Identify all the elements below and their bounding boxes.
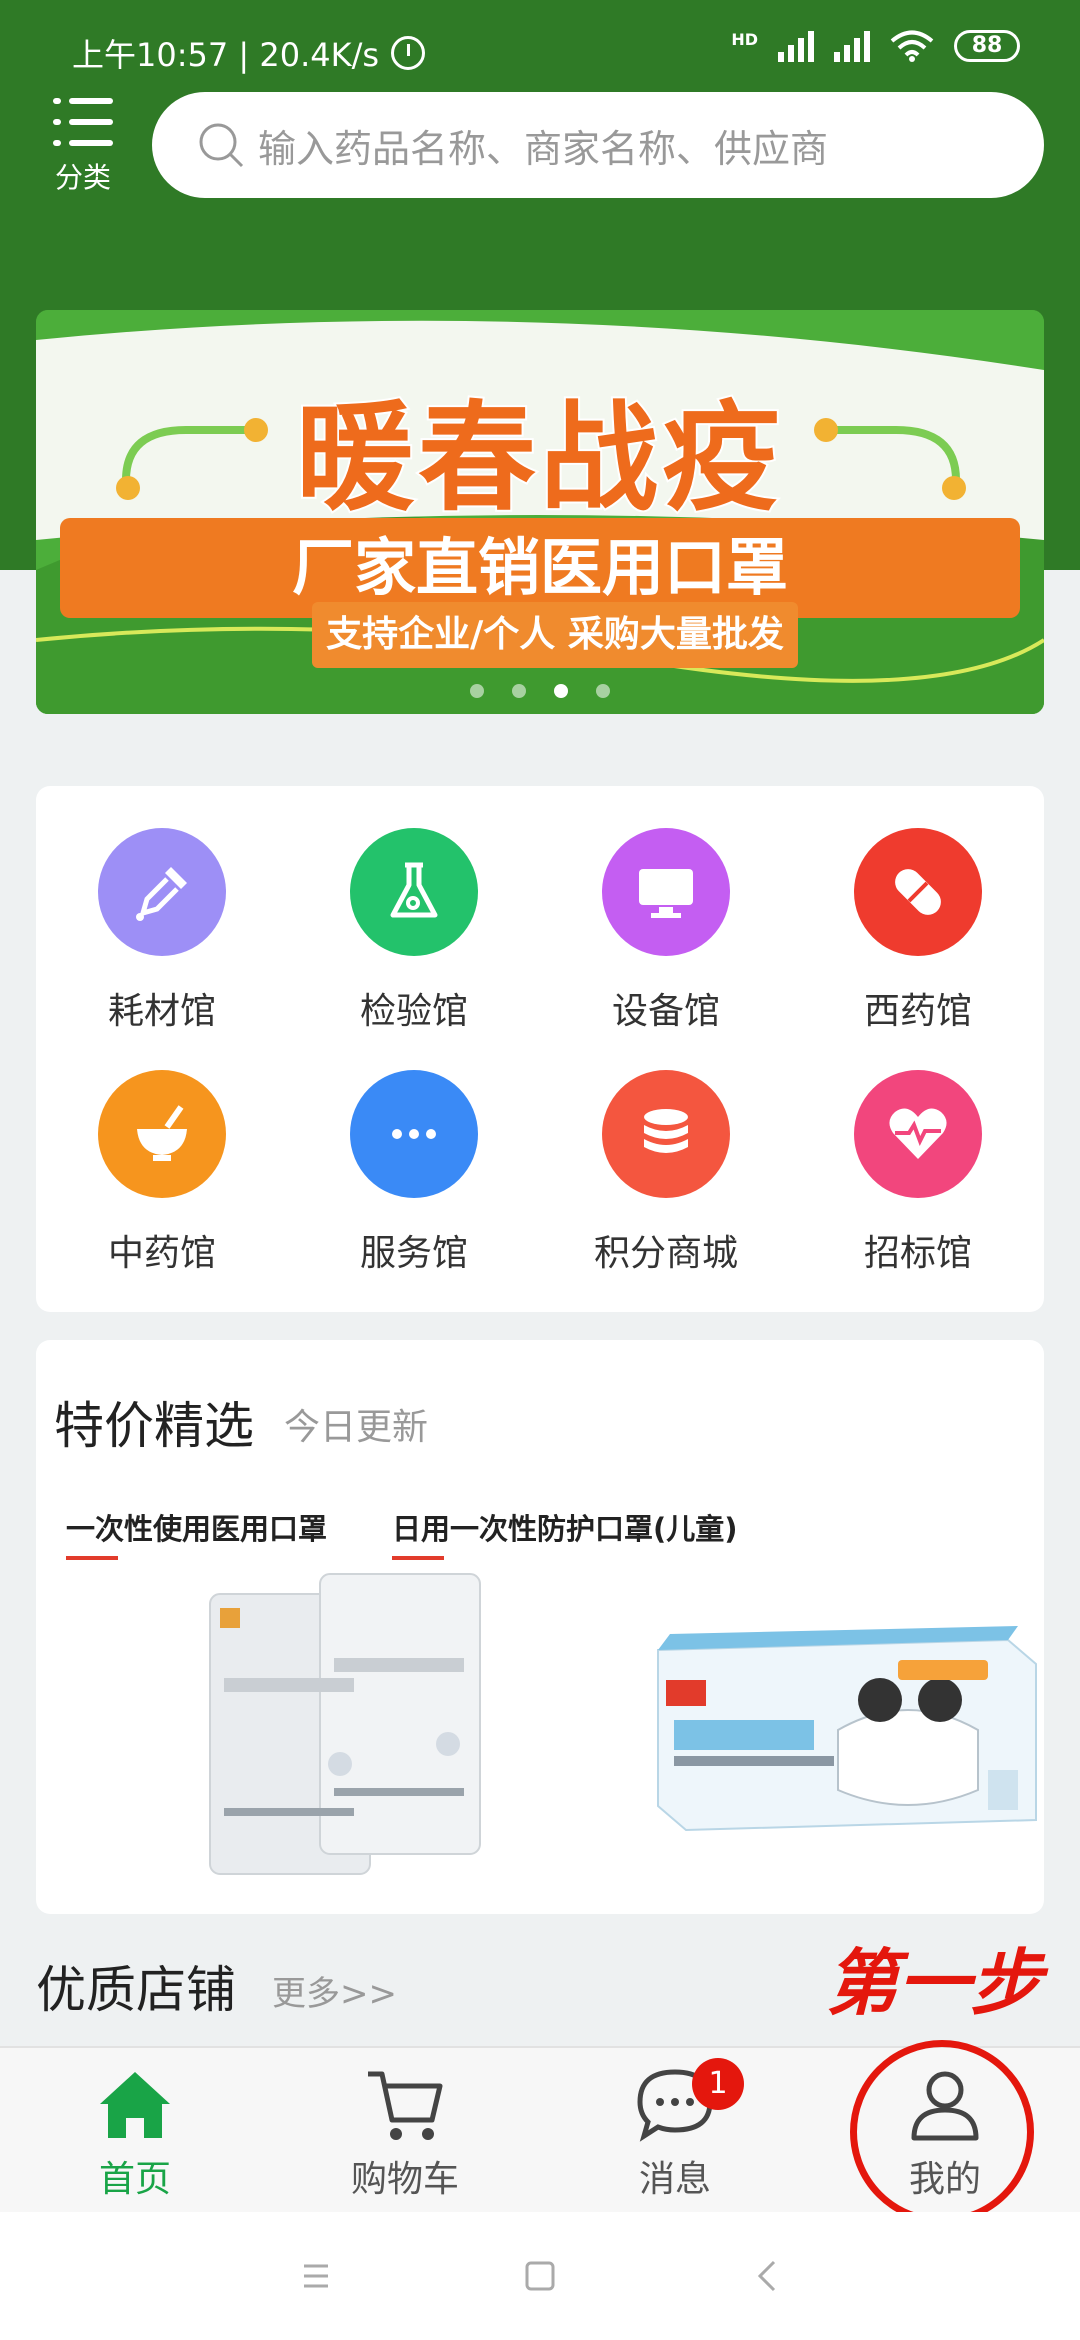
category-laboratory[interactable]: 检验馆 bbox=[288, 786, 540, 1032]
category-label: 西药馆 bbox=[863, 991, 972, 1032]
product-underline bbox=[66, 1556, 118, 1560]
home-icon bbox=[100, 2072, 170, 2138]
status-time-speed: 上午10:57 | 20.4K/s bbox=[72, 36, 380, 74]
category-label: 中药馆 bbox=[107, 1233, 216, 1274]
menu-list-icon bbox=[53, 92, 113, 152]
product-name[interactable]: 日用一次性防护口罩(儿童) bbox=[392, 1506, 738, 1548]
special-subtitle: 今日更新 bbox=[284, 1407, 429, 1448]
cart-icon bbox=[368, 2071, 443, 2140]
banner-dot bbox=[470, 684, 484, 698]
category-label: 分类 bbox=[54, 161, 111, 194]
signal-icon-2 bbox=[834, 30, 870, 62]
product-underline bbox=[392, 1556, 444, 1560]
search-input[interactable]: 输入药品名称、商家名称、供应商 bbox=[152, 92, 1044, 198]
category-button[interactable]: 分类 bbox=[40, 92, 126, 202]
category-label: 设备馆 bbox=[611, 991, 720, 1032]
category-equipment[interactable]: 设备馆 bbox=[540, 786, 792, 1032]
banner-pagination bbox=[36, 684, 1044, 698]
category-services[interactable]: 服务馆 bbox=[288, 1028, 540, 1274]
nav-label: 购物车 bbox=[350, 2159, 459, 2200]
signal-icon bbox=[778, 30, 814, 62]
home-button-icon[interactable] bbox=[516, 2252, 564, 2300]
coins-icon bbox=[602, 1070, 730, 1198]
wifi-icon bbox=[890, 30, 934, 62]
category-tendering[interactable]: 招标馆 bbox=[792, 1028, 1044, 1274]
banner-dot bbox=[512, 684, 526, 698]
search-placeholder: 输入药品名称、商家名称、供应商 bbox=[258, 126, 829, 171]
more-dots-icon bbox=[350, 1070, 478, 1198]
alarm-icon bbox=[391, 36, 426, 70]
network-tag: HD bbox=[731, 30, 758, 49]
product-image-mask-box[interactable] bbox=[648, 1620, 1038, 1840]
dropper-icon bbox=[98, 828, 226, 956]
heart-pulse-icon bbox=[854, 1070, 982, 1198]
product-name[interactable]: 一次性使用医用口罩 bbox=[66, 1506, 327, 1548]
nav-home[interactable]: 首页 bbox=[0, 2048, 270, 2214]
search-icon bbox=[199, 123, 244, 168]
promo-banner[interactable]: 暖春战疫 厂家直销医用口罩 支持企业/个人 采购大量批发 bbox=[36, 310, 1044, 714]
banner-sub-text: 支持企业/个人 采购大量批发 bbox=[312, 602, 798, 668]
stores-title: 优质店铺 bbox=[36, 1961, 236, 2019]
category-label: 耗材馆 bbox=[107, 991, 216, 1032]
category-consumables[interactable]: 耗材馆 bbox=[36, 786, 288, 1032]
nav-label: 消息 bbox=[638, 2159, 711, 2200]
banner-dot bbox=[596, 684, 610, 698]
nav-messages[interactable]: 1 消息 bbox=[540, 2048, 810, 2214]
special-offers-section: 特价精选 今日更新 一次性使用医用口罩 日用一次性防护口罩(儿童) bbox=[36, 1340, 1044, 1914]
stores-more-link[interactable]: 更多>> bbox=[272, 1966, 397, 2015]
category-points-mall[interactable]: 积分商城 bbox=[540, 1028, 792, 1274]
flask-icon bbox=[350, 828, 478, 956]
category-label: 服务馆 bbox=[359, 1233, 468, 1274]
back-icon[interactable] bbox=[744, 2252, 792, 2300]
battery-icon: 88 bbox=[954, 30, 1020, 62]
system-navigation-bar bbox=[0, 2212, 1080, 2340]
recent-apps-icon[interactable] bbox=[292, 2252, 340, 2300]
product-image-mask-bag[interactable] bbox=[200, 1568, 490, 1884]
special-title: 特价精选 bbox=[54, 1397, 254, 1455]
banner-dot-active bbox=[554, 684, 568, 698]
category-label: 积分商城 bbox=[593, 1233, 738, 1274]
mortar-icon bbox=[98, 1070, 226, 1198]
category-grid: 耗材馆 检验馆 设备馆 西药馆 中药馆 服务馆 积分商城 招标馆 bbox=[36, 786, 1044, 1312]
status-bar: 上午10:57 | 20.4K/s HD 88 bbox=[0, 0, 1080, 100]
annotation-step-label: 第一步 bbox=[826, 1941, 1043, 2025]
banner-title: 暖春战疫 bbox=[294, 387, 784, 529]
nav-cart[interactable]: 购物车 bbox=[270, 2048, 540, 2214]
category-label: 检验馆 bbox=[359, 991, 468, 1032]
pill-icon bbox=[854, 828, 982, 956]
monitor-icon bbox=[602, 828, 730, 956]
category-western-medicine[interactable]: 西药馆 bbox=[792, 786, 1044, 1032]
nav-label: 首页 bbox=[98, 2159, 171, 2200]
category-chinese-medicine[interactable]: 中药馆 bbox=[36, 1028, 288, 1274]
annotation-circle bbox=[850, 2040, 1034, 2224]
message-badge: 1 bbox=[692, 2058, 744, 2110]
category-label: 招标馆 bbox=[863, 1233, 972, 1274]
